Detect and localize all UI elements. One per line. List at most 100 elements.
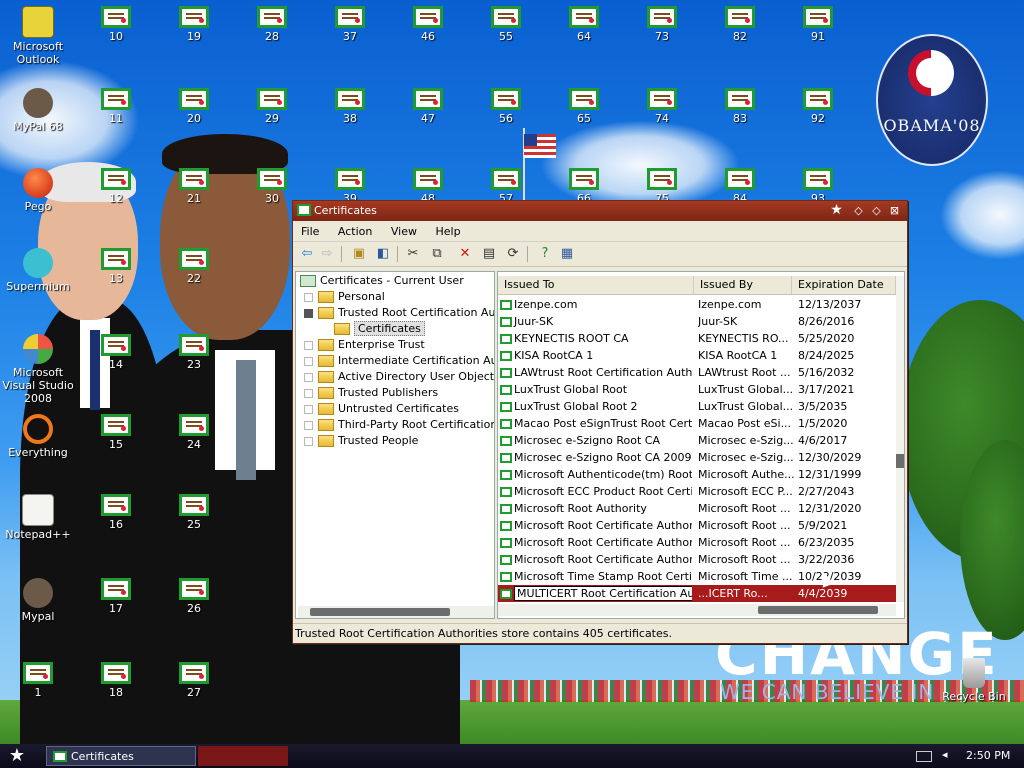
desktop-icon-cert[interactable]: 23 — [156, 334, 232, 371]
maximize-button[interactable]: ◇ — [869, 203, 884, 218]
table-row[interactable]: Macao Post eSignTrust Root Certi... Macao… — [498, 415, 896, 432]
back-arrow-icon[interactable]: ⇦ — [299, 246, 315, 262]
desktop-icon-cert[interactable]: 73 — [624, 6, 700, 43]
menu-action[interactable]: Action — [330, 221, 379, 238]
desktop-icon-cert[interactable]: 22 — [156, 248, 232, 285]
desktop-icon-cert[interactable]: 20 — [156, 88, 232, 125]
tree-root[interactable]: Certificates - Current User — [300, 274, 464, 290]
column-expiration-date[interactable]: Expiration Date — [792, 276, 896, 294]
menu-help[interactable]: Help — [427, 221, 467, 238]
table-row[interactable]: Microsec e-Szigno Root CA Microsec e-Szig… — [498, 432, 896, 449]
tree-node[interactable]: Personal — [304, 290, 385, 306]
clock[interactable]: 2:50 PM — [966, 749, 1010, 762]
table-row[interactable]: LuxTrust Global Root LuxTrust Global... 3/… — [498, 381, 896, 398]
star-icon[interactable]: ★ — [829, 203, 844, 218]
desktop-icon-cert[interactable]: 37 — [312, 6, 388, 43]
desktop-icon-cert[interactable]: 91 — [780, 6, 856, 43]
desktop-icon-cert[interactable]: 65 — [546, 88, 622, 125]
table-row[interactable]: Microsoft Root Certificate Authori... Mic… — [498, 534, 896, 551]
desktop-icon-cert[interactable]: 38 — [312, 88, 388, 125]
tree-node[interactable]: Third-Party Root Certification Au — [304, 418, 494, 434]
desktop-icon-cert[interactable]: 92 — [780, 88, 856, 125]
desktop-icon-notepadpp[interactable]: Notepad++ — [0, 494, 76, 541]
tree-horizontal-scrollbar[interactable] — [298, 606, 494, 618]
desktop-icon-cert[interactable]: 64 — [546, 6, 622, 43]
expander-icon[interactable] — [304, 436, 313, 446]
table-row[interactable]: Microsoft Root Certificate Authority Micr… — [498, 517, 896, 534]
expander-icon[interactable] — [304, 404, 313, 414]
desktop-icon-cert[interactable]: 21 — [156, 168, 232, 205]
desktop-icon-cert[interactable]: 10 — [78, 6, 154, 43]
table-row[interactable]: LuxTrust Global Root 2 LuxTrust Global...… — [498, 398, 896, 415]
desktop-icon-cert[interactable]: 18 — [78, 662, 154, 699]
desktop-icon-cert[interactable]: 56 — [468, 88, 544, 125]
desktop-icon-cert[interactable]: 28 — [234, 6, 310, 43]
expander-icon[interactable] — [304, 388, 313, 398]
desktop-icon-cert[interactable]: 24 — [156, 414, 232, 451]
scrollbar-thumb[interactable] — [896, 454, 904, 468]
desktop-icon-cert[interactable]: 83 — [702, 88, 778, 125]
table-row[interactable]: Microsec e-Szigno Root CA 2009 Microsec e… — [498, 449, 896, 466]
table-row[interactable]: KEYNECTIS ROOT CA KEYNECTIS RO... 5/25/202… — [498, 330, 896, 347]
desktop-icon-cert[interactable]: 29 — [234, 88, 310, 125]
copy-icon[interactable]: ⧉ — [429, 246, 445, 262]
keyboard-icon[interactable] — [916, 751, 932, 762]
desktop-icon-cert[interactable]: 13 — [78, 248, 154, 285]
table-row[interactable]: Microsoft Root Certificate Authori... Mic… — [498, 551, 896, 568]
close-button[interactable]: ⊠ — [887, 203, 902, 218]
desktop-icon-cert[interactable]: 82 — [702, 6, 778, 43]
tree-node[interactable]: Trusted People — [304, 434, 418, 450]
desktop-icon-cert[interactable]: 12 — [78, 168, 154, 205]
export-list-icon[interactable]: ▦ — [559, 246, 575, 262]
column-issued-to[interactable]: Issued To — [498, 276, 694, 294]
help-icon[interactable]: ? — [537, 246, 553, 262]
table-row[interactable]: Microsoft Authenticode(tm) Root ... Micro… — [498, 466, 896, 483]
expander-icon[interactable] — [304, 372, 313, 382]
desktop-icon-recycle-bin[interactable]: Recycle Bin — [936, 658, 1012, 703]
desktop-icon-pego[interactable]: Pego — [0, 168, 76, 213]
desktop-icon-supermium[interactable]: Supermium — [0, 248, 76, 293]
tree-node[interactable]: Certificates — [334, 321, 425, 338]
table-row[interactable]: Izenpe.com Izenpe.com 12/13/2037 — [498, 296, 896, 313]
expander-icon[interactable] — [304, 292, 313, 302]
column-issued-by[interactable]: Issued By — [694, 276, 792, 294]
desktop-icon-cert[interactable]: 16 — [78, 494, 154, 531]
table-row[interactable]: KISA RootCA 1 KISA RootCA 1 8/24/2025 — [498, 347, 896, 364]
table-row[interactable]: Microsoft Root Authority Microsoft Root .… — [498, 500, 896, 517]
table-row[interactable]: Microsoft ECC Product Root Certif... Micr… — [498, 483, 896, 500]
delete-icon[interactable]: ✕ — [457, 246, 473, 262]
tree-node[interactable]: Enterprise Trust — [304, 338, 425, 354]
tree-node[interactable]: Trusted Root Certification Autho — [304, 306, 494, 322]
start-button[interactable]: ★ — [4, 746, 30, 766]
tree-node[interactable]: Untrusted Certificates — [304, 402, 459, 418]
desktop-icon-cert[interactable]: 27 — [156, 662, 232, 699]
minimize-button[interactable]: ◇ — [851, 203, 866, 218]
expander-icon[interactable] — [304, 340, 313, 350]
desktop-icon-cert[interactable]: 55 — [468, 6, 544, 43]
expander-icon[interactable] — [304, 420, 313, 430]
desktop-icon-everything[interactable]: Everything — [0, 414, 76, 459]
speaker-icon[interactable]: ◂ — [942, 748, 948, 761]
desktop-icon-cert[interactable]: 46 — [390, 6, 466, 43]
desktop-icon-mypal68[interactable]: MyPal 68 — [0, 88, 76, 133]
list-vertical-scrollbar[interactable] — [896, 276, 904, 602]
expander-icon[interactable] — [304, 356, 313, 366]
desktop-icon-cert[interactable]: 11 — [78, 88, 154, 125]
menu-view[interactable]: View — [383, 221, 424, 238]
table-row[interactable]: LAWtrust Root Certification Autho... LAWt… — [498, 364, 896, 381]
scrollbar-thumb[interactable] — [758, 606, 878, 614]
taskbar-button-certificates[interactable]: Certificates — [46, 746, 196, 766]
cut-icon[interactable]: ✂ — [405, 246, 421, 262]
desktop-icon-cert[interactable]: 14 — [78, 334, 154, 371]
scrollbar-thumb[interactable] — [310, 608, 450, 616]
table-row[interactable]: Microsoft Time Stamp Root Certifi... Micr… — [498, 568, 896, 585]
desktop-icon-cert[interactable]: 17 — [78, 578, 154, 615]
show-hide-tree-icon[interactable]: ◧ — [375, 246, 391, 262]
forward-arrow-icon[interactable]: ⇨ — [319, 246, 335, 262]
refresh-icon[interactable]: ⟳ — [505, 246, 521, 262]
desktop-icon-cert[interactable]: 25 — [156, 494, 232, 531]
desktop-icon-cert[interactable]: 47 — [390, 88, 466, 125]
desktop-icon-visual-studio[interactable]: Microsoft Visual Studio 2008 — [0, 334, 76, 405]
desktop-icon-cert[interactable]: 19 — [156, 6, 232, 43]
desktop-icon-mypal[interactable]: Mypal — [0, 578, 76, 623]
